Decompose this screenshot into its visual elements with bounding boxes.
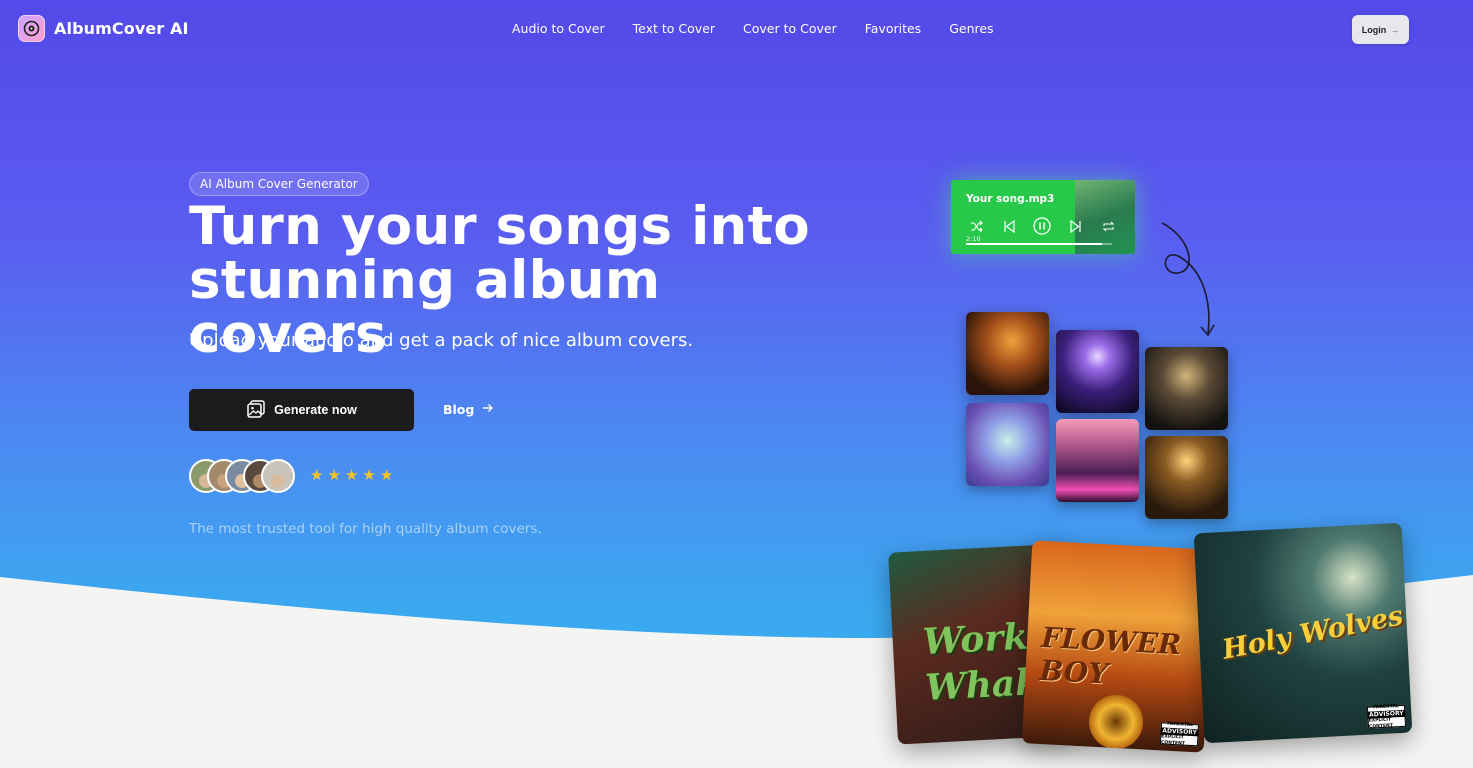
generate-now-label: Generate now <box>274 403 357 417</box>
blog-link[interactable]: Blog <box>443 402 494 417</box>
star-icon: ★ <box>362 466 376 484</box>
previous-icon[interactable] <box>1000 217 1018 235</box>
cover-tile-floating-island[interactable] <box>966 403 1049 486</box>
album-cover-holy-wolves[interactable]: Holy Wolves PARENTAL ADVISORY EXPLICIT C… <box>1193 522 1413 744</box>
sunflower-graphic <box>1087 693 1145 751</box>
nav-audio-to-cover[interactable]: Audio to Cover <box>512 21 605 36</box>
star-icon: ★ <box>310 466 324 484</box>
cover-tile-guitar-neon[interactable] <box>1056 419 1139 502</box>
login-button[interactable]: Login → <box>1352 15 1409 44</box>
hero-badge: AI Album Cover Generator <box>189 172 369 196</box>
user-avatars <box>189 459 295 493</box>
player-filename: Your song.mp3 <box>966 193 1055 205</box>
trust-text: The most trusted tool for high quality a… <box>189 521 542 537</box>
arrow-right-icon: → <box>1390 24 1400 35</box>
next-icon[interactable] <box>1066 217 1084 235</box>
player-controls <box>967 217 1117 235</box>
repeat-icon[interactable] <box>1099 217 1117 235</box>
cover-tile-stage-mic[interactable] <box>1145 436 1228 519</box>
parental-advisory-label: PARENTAL ADVISORY EXPLICIT CONTENT <box>1159 721 1200 747</box>
cover-tile-microphone[interactable] <box>1145 347 1228 430</box>
logo[interactable]: AlbumCover AI <box>18 15 189 42</box>
player-progress-fill <box>966 243 1102 245</box>
parental-advisory-label: PARENTAL ADVISORY EXPLICIT CONTENT <box>1366 704 1407 729</box>
image-icon <box>246 399 266 422</box>
login-label: Login <box>1361 24 1387 35</box>
cover-title: Holy Wolves <box>1219 600 1406 666</box>
player-time: 2:10 <box>966 235 981 243</box>
cover-tile-moon-hands[interactable] <box>1056 330 1139 413</box>
nav-favorites[interactable]: Favorites <box>865 21 921 36</box>
curly-arrow-icon <box>1161 222 1215 337</box>
shuffle-icon[interactable] <box>967 217 985 235</box>
album-cover-flower-boy[interactable]: FLOWER BOY PARENTAL ADVISORY EXPLICIT CO… <box>1021 540 1215 753</box>
nav-genres[interactable]: Genres <box>949 21 993 36</box>
cover-tile-singer[interactable] <box>966 312 1049 395</box>
player-progress[interactable] <box>966 243 1112 245</box>
hero-subhead: Upload your audio and get a pack of nice… <box>189 330 694 351</box>
nav-cover-to-cover[interactable]: Cover to Cover <box>743 21 837 36</box>
logo-icon <box>18 15 45 42</box>
pause-icon[interactable] <box>1033 217 1051 235</box>
star-icon: ★ <box>344 466 359 484</box>
nav-text-to-cover[interactable]: Text to Cover <box>633 21 715 36</box>
top-nav: AlbumCover AI Audio to Cover Text to Cov… <box>0 0 1473 60</box>
nav-links: Audio to Cover Text to Cover Cover to Co… <box>512 21 994 36</box>
generate-now-button[interactable]: Generate now <box>189 389 414 431</box>
star-icon: ★ <box>379 466 394 484</box>
arrow-right-icon <box>482 402 494 417</box>
avatar <box>261 459 295 493</box>
cover-title: FLOWER BOY <box>1038 620 1183 691</box>
star-icon: ★ <box>327 466 341 484</box>
blog-label: Blog <box>443 402 475 417</box>
rating-stars: ★ ★ ★ ★ ★ <box>310 466 393 484</box>
audio-player-card: Your song.mp3 2:10 <box>951 180 1135 254</box>
app-name: AlbumCover AI <box>54 19 189 38</box>
